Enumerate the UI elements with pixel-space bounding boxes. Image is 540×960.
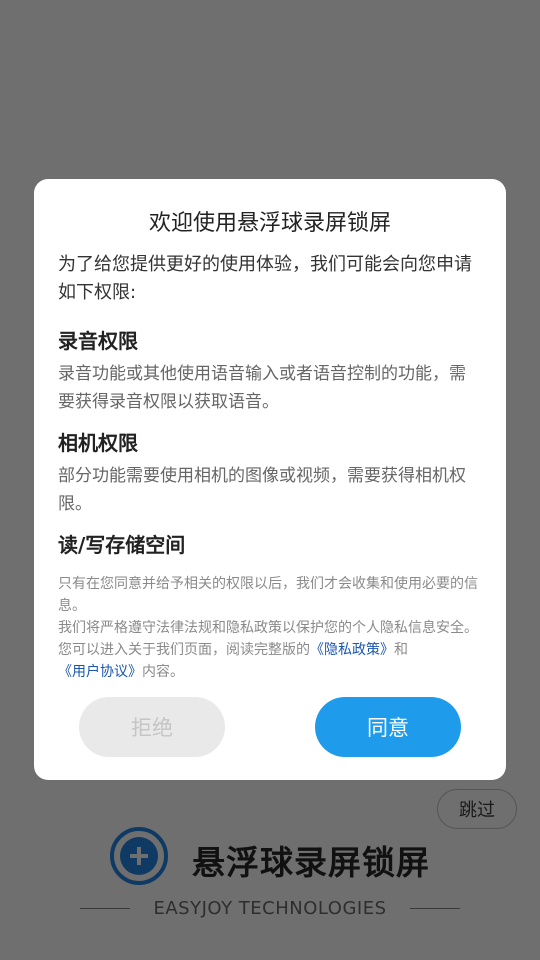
- divider-left: [80, 908, 130, 909]
- section-title-camera: 相机权限: [58, 431, 138, 455]
- reject-button[interactable]: 拒绝: [79, 697, 225, 757]
- permission-dialog: 欢迎使用悬浮球录屏锁屏 为了给您提供更好的使用体验，我们可能会向您申请如下权限:…: [34, 179, 506, 780]
- brand-name: 悬浮球录屏锁屏: [192, 843, 430, 882]
- notice-text: 我们将严格遵守法律法规和隐私政策以保护您的个人隐私信息安全。您可以进入关于我们页…: [58, 620, 478, 658]
- notice-line-1: 只有在您同意并给予相关的权限以后，我们才会收集和使用必要的信息。: [58, 576, 478, 614]
- section-desc-camera: 部分功能需要使用相机的图像或视频，需要获得相机权限。: [58, 466, 466, 514]
- plus-circle-icon: [110, 827, 168, 885]
- and-text: 和: [394, 642, 408, 658]
- tail-text: 内容。: [142, 664, 184, 680]
- section-desc-microphone: 录音功能或其他使用语音输入或者语音控制的功能，需要获得录音权限以获取语音。: [58, 364, 466, 412]
- section-title-storage: 读/写存储空间: [58, 533, 186, 557]
- brand-subtitle-row: EASYJOY TECHNOLOGIES: [80, 898, 460, 919]
- dialog-intro: 为了给您提供更好的使用体验，我们可能会向您申请如下权限:: [58, 254, 472, 303]
- skip-button[interactable]: 跳过: [437, 789, 517, 829]
- user-agreement-link[interactable]: 《用户协议》: [58, 664, 142, 680]
- privacy-policy-link[interactable]: 《隐私政策》: [310, 642, 394, 658]
- notice-line-2: 我们将严格遵守法律法规和隐私政策以保护您的个人隐私信息安全。您可以进入关于我们页…: [58, 617, 488, 683]
- dialog-title: 欢迎使用悬浮球录屏锁屏: [148, 211, 391, 236]
- brand-subtitle: EASYJOY TECHNOLOGIES: [153, 898, 387, 919]
- section-title-microphone: 录音权限: [58, 329, 138, 353]
- divider-right: [410, 908, 460, 909]
- agree-button[interactable]: 同意: [315, 697, 461, 757]
- privacy-notice: 只有在您同意并给予相关的权限以后，我们才会收集和使用必要的信息。 我们将严格遵守…: [58, 573, 488, 683]
